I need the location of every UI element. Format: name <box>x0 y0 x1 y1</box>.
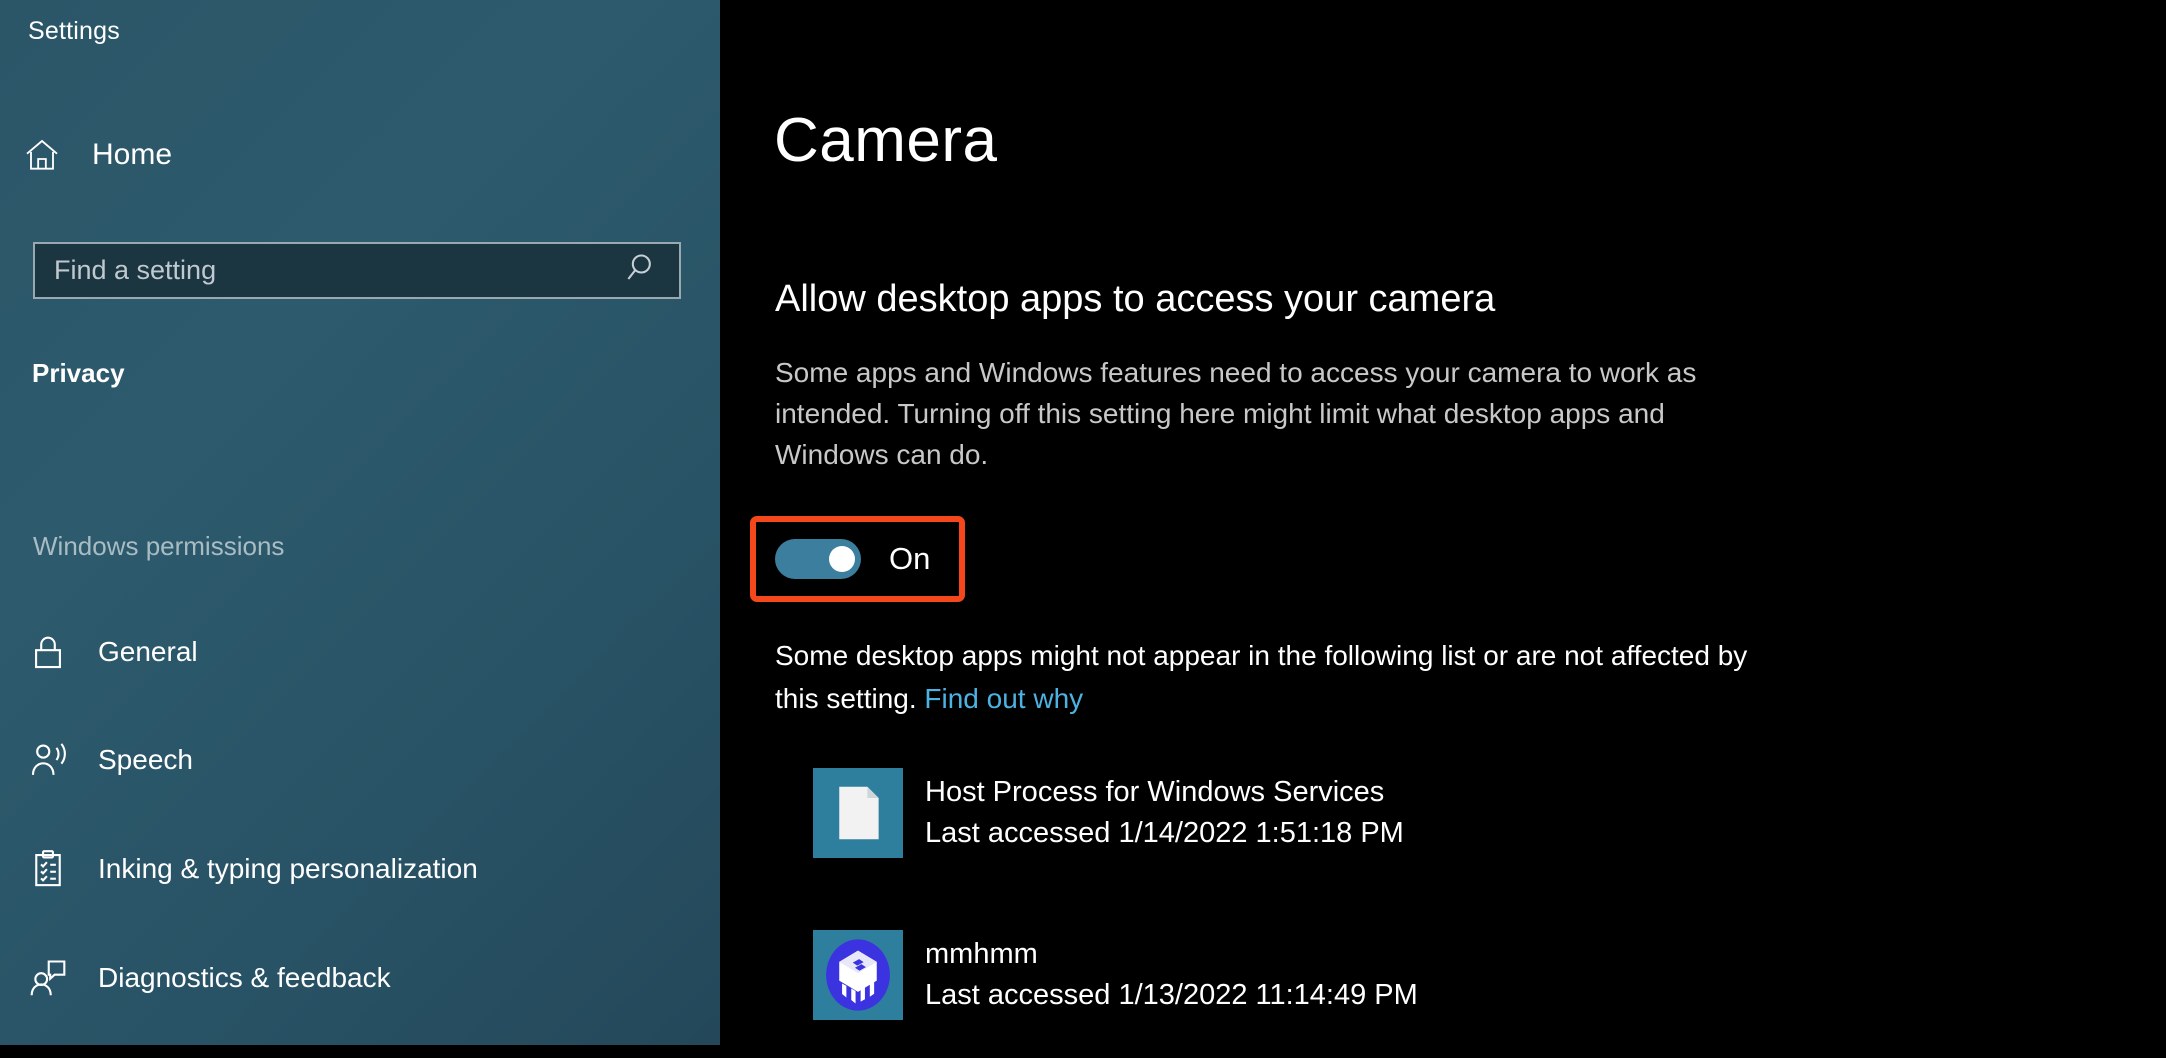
list-item-text: mmhmm Last accessed 1/13/2022 11:14:49 P… <box>925 935 1418 1015</box>
app-name: Host Process for Windows Services <box>925 775 1385 808</box>
app-last-accessed: Last accessed 1/14/2022 1:51:18 PM <box>925 816 1404 849</box>
toggle-state-label: On <box>889 541 931 576</box>
sidebar-item-inking-typing-personalization[interactable]: Inking & typing personalization <box>26 834 716 904</box>
person-speaking-icon <box>26 738 70 782</box>
list-note-text: Some desktop apps might not appear in th… <box>775 640 1748 714</box>
sidebar-item-label-home: Home <box>92 138 173 171</box>
sidebar-item-diagnostics-feedback[interactable]: Diagnostics & feedback <box>26 943 716 1013</box>
sidebar: Settings Home Privacy Windows permis <box>0 0 720 1045</box>
sidebar-category-privacy[interactable]: Privacy <box>32 358 125 389</box>
list-item-text: Host Process for Windows Services Last a… <box>925 773 1404 853</box>
home-icon <box>22 135 62 175</box>
app-last-accessed: Last accessed 1/13/2022 11:14:49 PM <box>925 978 1418 1011</box>
document-app-icon <box>813 767 903 858</box>
sidebar-group-label: Windows permissions <box>33 531 285 561</box>
camera-access-toggle[interactable] <box>775 539 861 579</box>
sidebar-item-label-general: General <box>98 636 198 667</box>
sidebar-item-label-speech: Speech <box>98 744 193 775</box>
app-name: mmhmm <box>925 937 1038 970</box>
clipboard-checklist-icon <box>26 847 70 891</box>
list-note: Some desktop apps might not appear in th… <box>775 634 1760 720</box>
toggle-knob <box>829 546 855 572</box>
main-content: Camera Allow desktop apps to access your… <box>720 0 2166 1058</box>
search-input[interactable] <box>35 255 619 286</box>
window-title: Settings <box>28 17 120 45</box>
lock-icon <box>26 630 70 674</box>
find-out-why-link[interactable]: Find out why <box>924 683 1083 714</box>
sidebar-item-home[interactable]: Home <box>22 130 172 180</box>
settings-window: Settings Home Privacy Windows permis <box>0 0 2166 1058</box>
person-feedback-icon <box>26 956 70 1000</box>
search-icon[interactable] <box>619 248 679 293</box>
section-heading: Allow desktop apps to access your camera <box>775 278 1496 320</box>
section-description: Some apps and Windows features need to a… <box>775 357 1697 470</box>
list-item[interactable]: Host Process for Windows Services Last a… <box>813 760 2013 865</box>
sidebar-item-label-diagnostics: Diagnostics & feedback <box>98 962 391 993</box>
page-title: Camera <box>774 106 998 175</box>
list-item[interactable]: mmhmm Last accessed 1/13/2022 11:14:49 P… <box>813 922 2013 1027</box>
toggle-highlight-box: On <box>750 516 965 602</box>
sidebar-item-speech[interactable]: Speech <box>26 725 716 795</box>
sidebar-item-label-inking-typing: Inking & typing personalization <box>98 853 478 884</box>
search-box[interactable] <box>33 242 681 299</box>
mmhmm-app-icon <box>813 929 903 1020</box>
sidebar-item-general[interactable]: General <box>26 617 716 687</box>
